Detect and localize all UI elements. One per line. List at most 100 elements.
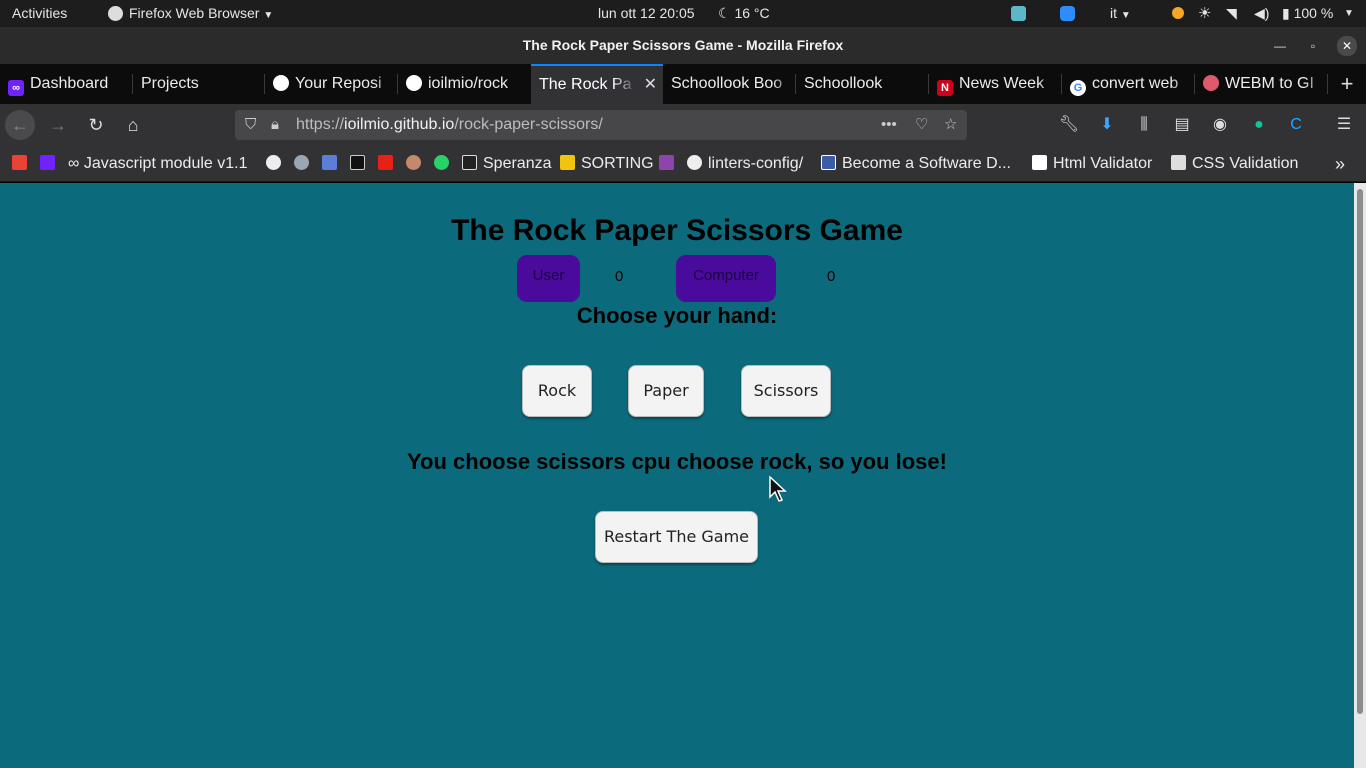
battery-indicator[interactable]: ▮ 100 % [1282,0,1333,27]
bookmark-label: linters-config/ [708,155,804,172]
rock-button[interactable]: Rock [522,365,592,417]
user-score: 0 [615,268,624,285]
page-scrollbar[interactable] [1354,183,1366,768]
system-menu-chevron-icon[interactable]: ▼ [1344,0,1354,27]
tab-rock-paper-scissors[interactable]: The Rock Pa ✕ [531,64,663,104]
bookmark-label: Html Validator [1053,155,1153,172]
shield-icon[interactable]: ⛉ [245,110,256,140]
bookmark-sorting[interactable]: SORTING [560,146,654,182]
github-icon [406,75,422,91]
microverse-icon: ∞ [8,80,24,96]
bookmark-become-software[interactable]: Become a Software D... [821,146,1011,182]
minimize-icon[interactable]: — [1271,37,1289,55]
gmail-icon[interactable] [12,146,33,182]
tab-label: convert web [1092,75,1179,92]
hackerrank-icon[interactable] [659,146,680,182]
close-tab-icon[interactable]: ✕ [644,66,657,104]
downloads-icon[interactable]: ⬇ [1096,112,1118,138]
infinity-icon: ∞ [68,155,84,172]
url-text[interactable]: https://ioilmio.github.io/rock-paper-sci… [296,110,603,140]
tab-schoollook[interactable]: Schoollook [796,64,929,104]
activities-button[interactable]: Activities [12,0,67,27]
bookmark-linters-config[interactable]: linters-config/ [687,146,803,182]
account-icon[interactable]: ◉ [1209,112,1231,138]
github-icon [273,75,289,91]
url-host: ioilmio.github.io [344,116,455,133]
tab-webm-to-gif[interactable]: WEBM to GI [1195,64,1328,104]
back-arrow-icon[interactable]: ← [5,110,35,140]
lock-icon[interactable]: 🔒︎ [271,110,279,140]
medium-icon[interactable] [350,146,371,182]
bookmark-label: SORTING [581,155,654,172]
battery-icon: ▮ [1282,5,1290,21]
bookmark-label: Speranza [483,155,552,172]
zoom-icon[interactable] [1060,6,1075,21]
translate-icon[interactable] [322,146,343,182]
tab-label: WEBM to GI [1225,75,1314,92]
paper-button[interactable]: Paper [628,365,704,417]
home-icon[interactable]: ⌂ [118,110,148,140]
tray-app-icon[interactable] [1011,6,1026,21]
tab-label: ioilmio/rock [428,75,509,92]
tab-label: Schoollook Boo [671,75,783,92]
tab-your-repositories[interactable]: Your Reposi [265,64,398,104]
tab-schoollook-boo[interactable]: Schoollook Boo [663,64,796,104]
grammarly-icon[interactable]: ● [1248,112,1270,138]
ninja-icon[interactable] [406,146,427,182]
bookmark-javascript-module[interactable]: ∞ Javascript module v1.1 [68,146,248,182]
sidebar-icon[interactable]: ▤ [1171,112,1193,138]
tab-news-week[interactable]: N News Week [929,64,1062,104]
restart-button[interactable]: Restart The Game [595,511,758,563]
hamburger-menu-icon[interactable]: ☰ [1333,112,1355,138]
tab-projects[interactable]: Projects [133,64,265,104]
tab-convert-web[interactable]: Gconvert web [1062,64,1195,104]
wifi-icon[interactable]: ◥ [1226,0,1237,27]
reload-icon[interactable]: ↻ [81,110,111,140]
tab-label: Dashboard [30,75,109,92]
choose-hand-heading: Choose your hand: [576,303,778,328]
result-message: You choose scissors cpu choose rock, so … [407,449,947,474]
computer-score: 0 [827,268,836,285]
app-menu[interactable]: Firefox Web Browser ▼ [108,0,273,27]
bookmark-star-icon[interactable]: ☆ [944,110,957,140]
wrench-icon[interactable]: 🔧︎ [1058,112,1080,138]
firefox-icon [108,6,123,21]
scrollbar-thumb[interactable] [1357,189,1363,714]
clock[interactable]: lun ott 12 20:05 [598,0,695,27]
weather-widget[interactable]: ☾ 16 °C [718,0,770,27]
close-window-icon[interactable]: ✕ [1337,36,1357,56]
whatsapp-icon[interactable] [434,146,455,182]
pocket-icon[interactable]: ♡ [915,110,928,140]
bookmark-html-validator[interactable]: Html Validator [1032,146,1152,182]
volume-icon[interactable]: ◀) [1254,0,1269,27]
cloud-icon [1203,75,1219,91]
scissors-button[interactable]: Scissors [741,365,831,417]
tab-ioilmio-rock[interactable]: ioilmio/rock [398,64,531,104]
tab-label: Schoollook [804,75,883,92]
chevron-down-icon: ▼ [1120,10,1131,21]
library-icon[interactable]: ⫼ [1133,112,1155,138]
notification-dot-icon[interactable] [1172,7,1184,19]
news-icon: N [937,80,953,96]
bookmarks-overflow-icon[interactable]: » [1335,146,1345,182]
bookmark-label: Become a Software D... [842,155,1011,172]
circle-app-icon[interactable] [294,146,315,182]
extension-c-icon[interactable]: C [1285,112,1307,138]
github-icon[interactable] [266,146,287,182]
youtube-icon[interactable] [378,146,399,182]
tab-label: Projects [141,75,199,92]
bookmark-speranza[interactable]: Speranza [462,146,552,182]
page-actions-icon[interactable]: ••• [881,110,897,140]
brightness-icon[interactable]: ☀ [1198,0,1211,27]
window-title: The Rock Paper Scissors Game - Mozilla F… [522,37,844,53]
new-tab-icon[interactable]: + [1328,64,1366,104]
url-bar[interactable]: ⛉ 🔒︎ https://ioilmio.github.io/rock-pape… [235,110,967,140]
keyboard-layout[interactable]: it ▼ [1110,0,1131,27]
page-title: The Rock Paper Scissors Game [451,214,903,247]
tab-dashboard[interactable]: ∞ Dashboard [0,64,133,104]
maximize-icon[interactable]: ▫ [1304,37,1322,55]
battery-label: 100 % [1293,5,1334,21]
forward-arrow-icon[interactable]: → [43,110,73,140]
bookmark-css-validation[interactable]: CSS Validation [1171,146,1298,182]
microverse-icon[interactable] [40,146,61,182]
